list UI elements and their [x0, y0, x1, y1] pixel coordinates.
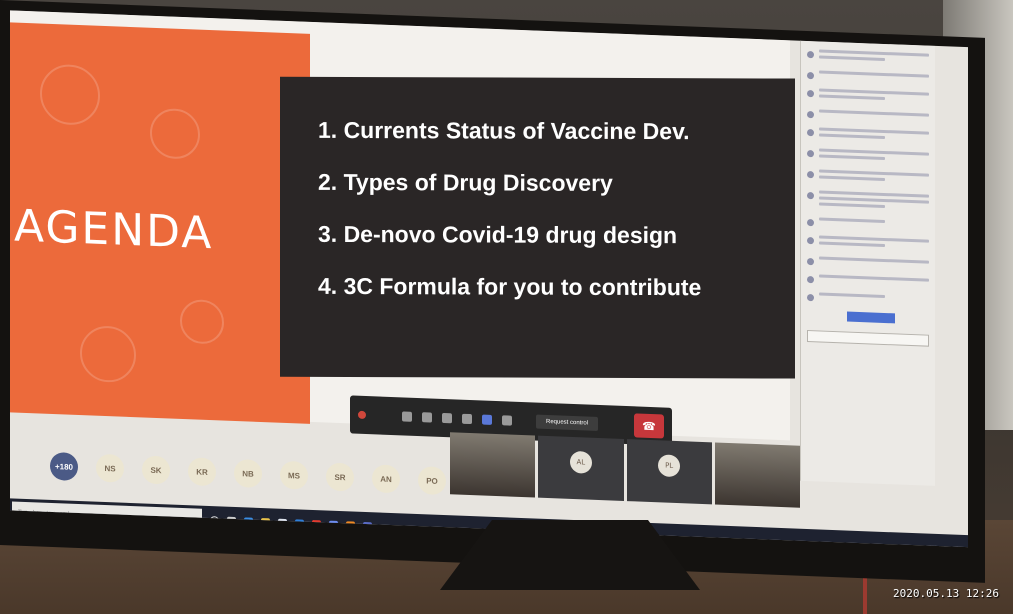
chat-icon[interactable]	[502, 415, 512, 426]
chat-avatar	[807, 111, 814, 119]
app-icon[interactable]	[312, 519, 321, 529]
chat-avatar	[807, 51, 814, 59]
request-control-button[interactable]: Request control	[536, 414, 599, 431]
avatar[interactable]: SR	[326, 462, 354, 492]
chat-avatar	[807, 294, 814, 302]
decor-circle	[40, 63, 100, 126]
avatar[interactable]: MS	[280, 460, 308, 490]
chat-avatar	[807, 150, 814, 158]
decor-circle	[150, 107, 200, 160]
file-explorer-icon[interactable]	[261, 517, 270, 527]
raise-hand-icon[interactable]	[482, 414, 492, 425]
chat-message	[807, 274, 929, 288]
chat-message	[807, 169, 929, 186]
participant-video-tile[interactable]: PL	[626, 439, 712, 505]
chat-avatar	[807, 171, 814, 179]
phone-icon: ☎	[642, 419, 656, 433]
agenda-list: 1. Currents Status of Vaccine Dev. 2. Ty…	[318, 117, 701, 326]
chat-message	[807, 148, 929, 165]
hang-up-button[interactable]: ☎	[634, 413, 664, 439]
app-icon[interactable]	[329, 520, 338, 530]
participant-video-strip: AL PL	[450, 432, 800, 508]
decor-circle	[80, 325, 136, 384]
chat-message	[807, 109, 929, 123]
chat-message	[807, 49, 929, 66]
more-options-icon[interactable]	[462, 413, 472, 425]
task-view-icon[interactable]	[227, 516, 236, 526]
avatar[interactable]: NS	[96, 453, 124, 483]
chat-avatar	[807, 192, 814, 200]
participant-initials: AL	[569, 450, 592, 474]
presentation-slide: AGENDA 1. Currents Status of Vaccine Dev…	[10, 10, 795, 441]
chat-message	[807, 88, 929, 105]
photo-timestamp: 2020.05.13 12:26	[893, 587, 999, 600]
avatar[interactable]: PO	[418, 466, 446, 496]
chat-send-button[interactable]	[847, 311, 895, 324]
chat-avatar	[807, 237, 814, 245]
avatar[interactable]: +180	[50, 451, 78, 481]
mail-icon[interactable]	[295, 518, 304, 529]
chat-avatar	[807, 129, 814, 137]
edge-icon[interactable]	[244, 516, 253, 527]
chat-avatar	[807, 72, 814, 80]
avatar[interactable]: AN	[372, 464, 400, 494]
participant-video-tile[interactable]	[450, 432, 536, 498]
chat-avatar	[807, 219, 814, 227]
chat-message	[807, 292, 929, 306]
avatar[interactable]: SK	[142, 455, 170, 485]
taskbar-search-input[interactable]: Type here to search	[12, 501, 202, 531]
firefox-icon[interactable]	[346, 520, 355, 531]
store-icon[interactable]	[278, 518, 287, 528]
chat-avatar	[807, 90, 814, 98]
chat-message	[807, 256, 929, 270]
chat-message	[807, 70, 929, 84]
camera-icon[interactable]	[402, 411, 412, 422]
participant-avatar-row: +180 NS SK KR NB MS SR AN PO	[50, 451, 446, 496]
cortana-icon[interactable]	[210, 515, 219, 525]
chat-message	[807, 190, 929, 213]
slide-dark-panel: 1. Currents Status of Vaccine Dev. 2. Ty…	[280, 76, 795, 379]
share-screen-icon[interactable]	[442, 412, 452, 424]
agenda-item: 1. Currents Status of Vaccine Dev.	[318, 116, 690, 145]
agenda-item: 3. De-novo Covid-19 drug design	[318, 220, 678, 249]
system-tray	[926, 545, 958, 548]
screen: AGENDA 1. Currents Status of Vaccine Dev…	[10, 10, 968, 548]
avatar[interactable]: NB	[234, 458, 262, 489]
chat-input[interactable]	[807, 330, 929, 347]
participant-initials: PL	[658, 454, 681, 478]
chat-message	[807, 127, 929, 144]
decor-circle	[180, 298, 224, 345]
participant-video-tile[interactable]: AL	[538, 435, 624, 501]
chat-message	[807, 235, 929, 252]
slide-orange-panel: AGENDA	[10, 22, 310, 424]
microphone-icon[interactable]	[422, 412, 432, 423]
participant-video-tile[interactable]	[714, 442, 800, 508]
teams-icon[interactable]	[363, 521, 372, 531]
monitor: AGENDA 1. Currents Status of Vaccine Dev…	[0, 0, 985, 583]
chat-message	[807, 217, 929, 231]
chat-avatar	[807, 276, 814, 284]
agenda-item: 2. Types of Drug Discovery	[318, 168, 613, 196]
chat-avatar	[807, 258, 814, 266]
chat-panel	[800, 40, 935, 486]
avatar[interactable]: KR	[188, 457, 216, 487]
recording-icon	[358, 410, 366, 420]
agenda-item: 4. 3C Formula for you to contribute	[318, 272, 702, 301]
agenda-title: AGENDA	[14, 200, 214, 260]
